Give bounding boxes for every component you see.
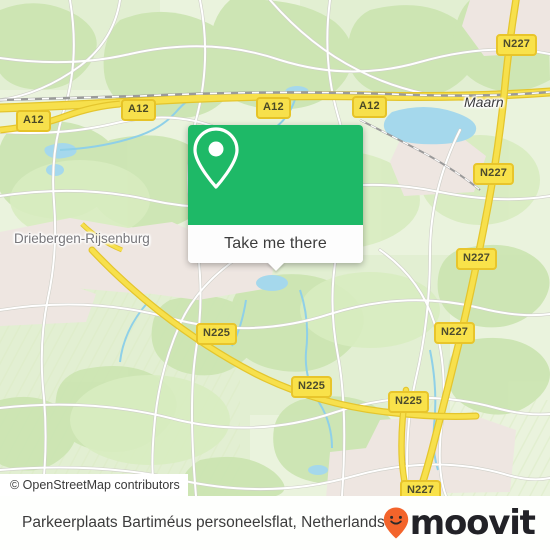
moovit-wordmark: moovit [409,503,536,543]
screenshot-root: Driebergen-Rijsenburg Maarn A12 A12 A12 … [0,0,550,550]
map-canvas[interactable]: Driebergen-Rijsenburg Maarn A12 A12 A12 … [0,0,550,496]
road-shield-n227[interactable]: N227 [473,163,515,185]
footer-bar: Parkeerplaats Bartiméus personeelsflat, … [0,496,550,550]
road-shield-n227[interactable]: N227 [456,248,498,270]
moovit-brand[interactable]: moovit [383,503,536,543]
road-shield-n225[interactable]: N225 [388,391,430,413]
callout-tail-pointer [266,262,285,271]
take-me-there-button[interactable]: Take me there [188,225,363,271]
road-shield-a12[interactable]: A12 [256,97,291,119]
road-shield-n225[interactable]: N225 [291,376,333,398]
location-title: Parkeerplaats Bartiméus personeelsflat, … [22,514,385,531]
map-pin-icon [193,127,239,189]
road-shield-a12[interactable]: A12 [16,110,51,132]
moovit-smiley-pin-icon [383,507,408,539]
road-shield-a12[interactable]: A12 [121,99,156,121]
take-me-there-label: Take me there [224,235,327,252]
place-label-driebergen-rijsenburg: Driebergen-Rijsenburg [14,231,150,246]
osm-attribution[interactable]: © OpenStreetMap contributors [0,474,188,496]
callout-pin-panel [188,125,363,225]
road-shield-a12[interactable]: A12 [352,96,387,118]
place-label-maarn: Maarn [464,94,504,110]
road-shield-n227[interactable]: N227 [496,34,538,56]
road-shield-n227[interactable]: N227 [400,480,442,496]
road-shield-n225[interactable]: N225 [196,323,238,345]
road-shield-n227[interactable]: N227 [434,322,476,344]
location-callout-card[interactable]: Take me there [188,125,363,271]
